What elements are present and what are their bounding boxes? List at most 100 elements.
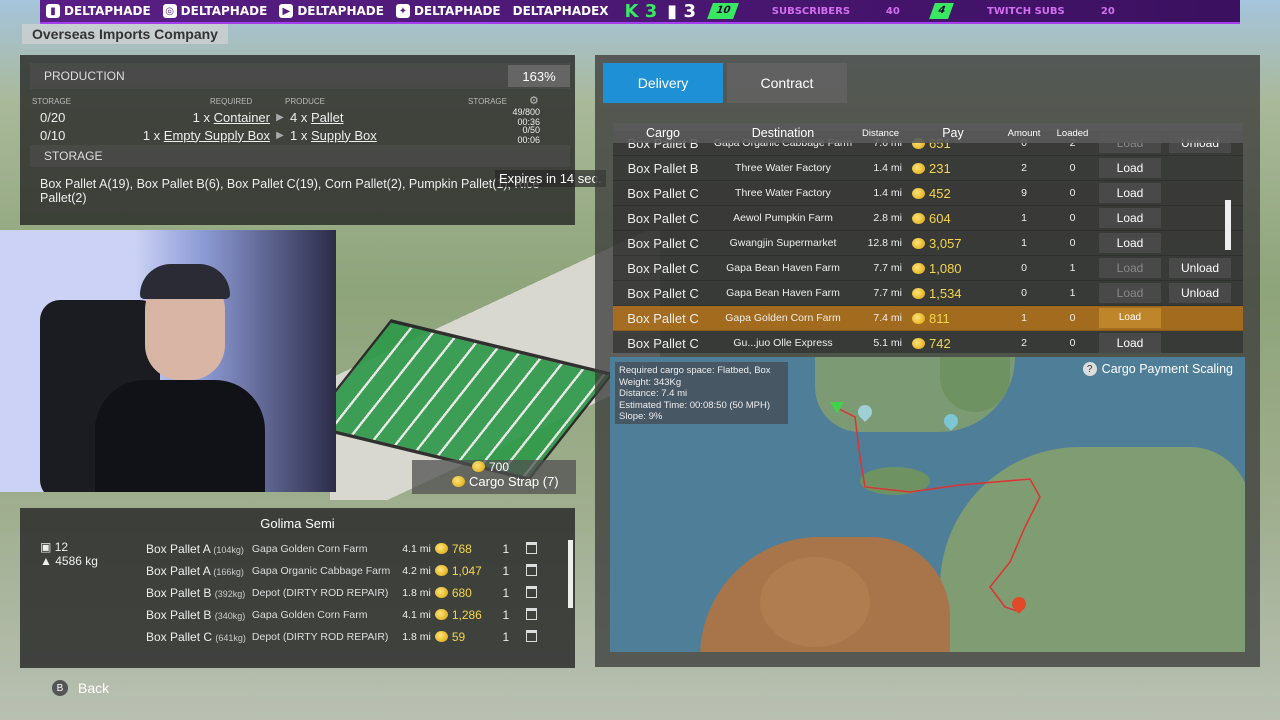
cargo-destination: Depot (DIRTY ROD REPAIR): [251, 631, 389, 643]
company-name: Overseas Imports Company: [22, 24, 228, 44]
back-button[interactable]: B Back: [52, 680, 109, 696]
cargo-name: Box Pallet A: [146, 542, 211, 556]
destination: Aewol Pumpkin Farm: [733, 212, 833, 224]
cargo-name-cell: Box Pallet C (641kg): [144, 626, 248, 648]
trash-icon[interactable]: [525, 585, 537, 598]
coin-icon: [452, 476, 465, 487]
gear-icon[interactable]: ⚙: [529, 94, 539, 107]
table-row[interactable]: Box Pallet C Gapa Golden Corn Farm 7.4 mi 8…: [613, 306, 1243, 331]
table-row[interactable]: Box Pallet B Three Water Factory 1.4 mi 231…: [613, 156, 1243, 181]
load-button[interactable]: Load: [1099, 333, 1161, 353]
tab-delivery[interactable]: Delivery: [603, 63, 723, 103]
vehicle-panel: Golima Semi ▣ 12 ▲ 4586 kg Box Pallet A …: [20, 508, 575, 668]
trash-icon[interactable]: [525, 563, 537, 576]
kick-count: K 3: [624, 0, 658, 22]
coin-icon: [434, 631, 448, 642]
item-link[interactable]: Pallet: [311, 110, 344, 125]
load-button[interactable]: Load: [1099, 158, 1161, 178]
cargo-name: Box Pallet B: [627, 160, 699, 176]
required-item: 1 x Container: [130, 110, 270, 125]
coin-icon: [472, 461, 485, 472]
pay: 3,057: [908, 236, 998, 251]
cargo-name: Box Pallet A: [146, 564, 211, 578]
output-storage-value: 49/800: [512, 107, 540, 117]
trash-cell: [524, 538, 539, 560]
unload-cell: Unload: [1165, 258, 1235, 278]
handle-text: DELTAPHADE: [64, 4, 151, 18]
production-row: 0/20 1 x Container ▶ 4 x Pallet 49/800 00…: [40, 107, 570, 127]
pay-value: 231: [929, 160, 951, 176]
list-item: Box Pallet B (392kg) Depot (DIRTY ROD REP…: [144, 582, 539, 604]
production-header: PRODUCTION 163%: [30, 63, 570, 89]
output-storage: 0/50 00:06: [490, 125, 540, 145]
pay: 1,080: [908, 261, 998, 276]
table-scrollbar[interactable]: [1225, 200, 1231, 250]
load-button[interactable]: Load: [1099, 308, 1161, 328]
load-button[interactable]: Load: [1099, 258, 1161, 278]
player-marker-icon: [830, 402, 844, 414]
load-button[interactable]: Load: [1099, 233, 1161, 253]
table-row[interactable]: Box Pallet C Gapa Bean Haven Farm 7.7 mi 1,…: [613, 281, 1243, 306]
handle-text: DELTAPHADE: [413, 4, 501, 18]
item-link[interactable]: Supply Box: [311, 128, 377, 143]
delivery-table: Cargo Destination Distance Pay Amount Lo…: [613, 123, 1243, 353]
list-item: Box Pallet B (340kg) Gapa Golden Corn Far…: [144, 604, 539, 626]
goal-current: 10: [707, 3, 739, 19]
cargo-payment-scaling[interactable]: ? Cargo Payment Scaling: [1082, 362, 1233, 376]
table-row[interactable]: Box Pallet C Gapa Bean Haven Farm 7.7 mi 1,…: [613, 256, 1243, 281]
load-button[interactable]: Load: [1099, 208, 1161, 228]
pay: 452: [908, 186, 998, 201]
pay: 604: [908, 211, 998, 226]
cargo-qty: 1: [502, 542, 510, 556]
load-cell: Load: [1095, 283, 1165, 303]
storage-list: Box Pallet A(19), Box Pallet B(6), Box P…: [40, 177, 540, 205]
distance: 5.1 mi: [873, 337, 902, 349]
table-row[interactable]: Box Pallet C Gwangjin Supermarket 12.8 mi 3…: [613, 231, 1243, 256]
trash-cell: [524, 560, 539, 582]
goal-label: TWITCH SUBS: [987, 5, 1065, 17]
distance: 1.4 mi: [873, 162, 902, 174]
unload-button[interactable]: Unload: [1169, 258, 1231, 278]
youtube-icon: ▶: [279, 4, 294, 18]
trash-icon[interactable]: [525, 629, 537, 642]
item-link[interactable]: Container: [214, 110, 270, 125]
item-link[interactable]: Empty Supply Box: [164, 128, 270, 143]
amount: 2: [1021, 162, 1027, 174]
tooltip-line: Required cargo space: Flatbed, Box: [619, 365, 771, 376]
scrollbar[interactable]: [568, 540, 573, 608]
route-map[interactable]: Required cargo space: Flatbed, Box Weigh…: [610, 357, 1245, 652]
unload-button[interactable]: Unload: [1169, 283, 1231, 303]
twitter-icon: ✦: [395, 4, 410, 18]
cargo-weight: 4586 kg: [55, 554, 98, 568]
table-row[interactable]: Box Pallet C Three Water Factory 1.4 mi 452…: [613, 181, 1243, 206]
coin-icon: [912, 212, 925, 224]
trash-cell: [524, 604, 539, 626]
destination: Gapa Bean Haven Farm: [726, 262, 840, 274]
load-button[interactable]: Load: [1099, 283, 1161, 303]
trash-cell: [524, 626, 539, 648]
loaded: 0: [1069, 337, 1076, 349]
pay-value: 3,057: [929, 235, 962, 251]
cargo-name-cell: Box Pallet B (340kg): [144, 604, 248, 626]
load-button[interactable]: Load: [1099, 183, 1161, 203]
coin-icon: [912, 262, 925, 274]
loaded: 0: [1069, 162, 1076, 174]
list-item: Box Pallet A (166kg) Gapa Organic Cabbage…: [144, 560, 539, 582]
trash-icon[interactable]: [525, 541, 537, 554]
coin-icon: [912, 237, 925, 249]
destination: Gu...juo Olle Express: [733, 337, 833, 349]
vehicle-stats: ▣ 12 ▲ 4586 kg: [40, 540, 98, 568]
trash-icon[interactable]: [525, 607, 537, 620]
amount: 2: [1021, 337, 1027, 349]
col-required: REQUIRED: [210, 97, 253, 106]
cargo-name: Box Pallet B: [146, 608, 212, 622]
table-row[interactable]: Box Pallet C Gu...juo Olle Express 5.1 mi 7…: [613, 331, 1243, 353]
amount: 1: [1021, 237, 1027, 249]
loaded: 0: [1069, 237, 1076, 249]
cargo-name-cell: Box Pallet B (392kg): [144, 582, 248, 604]
table-row[interactable]: Box Pallet C Aewol Pumpkin Farm 2.8 mi 604 1…: [613, 206, 1243, 231]
destination: Gwangjin Supermarket: [729, 237, 837, 249]
coin-icon: [434, 587, 448, 598]
coin-icon: [434, 565, 448, 576]
tab-contract[interactable]: Contract: [727, 63, 847, 103]
